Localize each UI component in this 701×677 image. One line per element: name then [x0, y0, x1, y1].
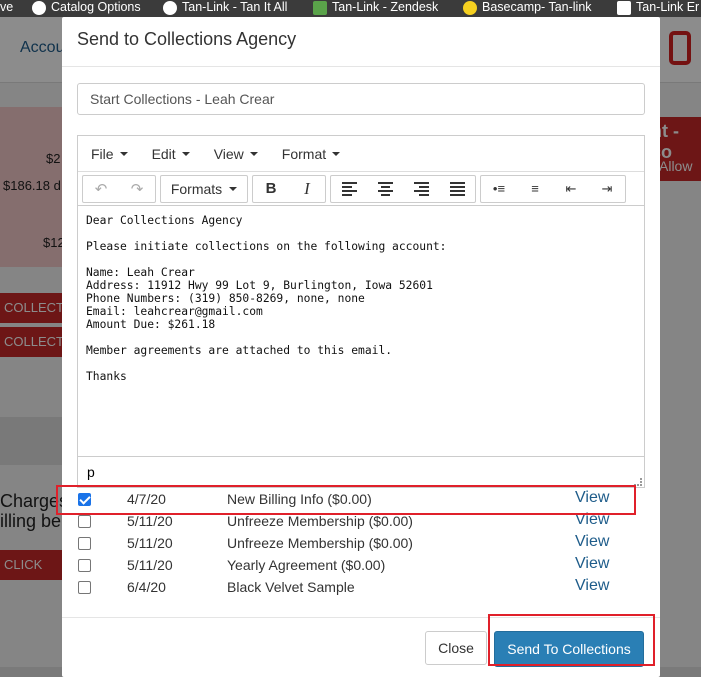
gmail-icon [617, 0, 631, 15]
content-line: ​ [86, 227, 636, 240]
content-line: ​ [86, 357, 636, 370]
content-line: ​ [86, 253, 636, 266]
content-line: Phone Numbers: (319) 850-8269, none, non… [86, 292, 365, 305]
redo-icon[interactable]: ↷ [119, 176, 155, 202]
content-line: Please initiate collections on the follo… [86, 240, 447, 253]
caret-down-icon [181, 151, 190, 156]
menu-edit[interactable]: Edit [143, 146, 199, 162]
attachment-date: 5/11/20 [127, 535, 173, 551]
align-justify-icon[interactable] [439, 176, 475, 202]
align-center-icon[interactable] [367, 176, 403, 202]
editor-statusbar: p [78, 456, 644, 488]
content-line: Dear Collections Agency [86, 214, 243, 227]
bookmark-email[interactable]: Tan-Link Er [617, 0, 699, 15]
menu-label: File [91, 145, 114, 162]
attachment-view-link[interactable]: View [575, 555, 609, 573]
content-line: Member agreements are attached to this e… [86, 344, 393, 357]
attachment-date: 5/11/20 [127, 557, 173, 573]
numbered-list-icon[interactable]: ≡ [517, 176, 553, 202]
bookmark-zendesk[interactable]: Tan-Link - Zendesk [313, 0, 438, 15]
attachment-checkbox[interactable] [78, 537, 91, 550]
caret-down-icon [332, 151, 341, 156]
bookmark-item[interactable]: ve [0, 0, 13, 15]
menu-file[interactable]: File [82, 146, 137, 162]
attachment-date: 6/4/20 [127, 579, 166, 595]
attachment-date: 5/11/20 [127, 513, 173, 529]
style-group: B I [252, 174, 326, 203]
bookmark-label: ve [0, 0, 14, 14]
attachment-description: Yearly Agreement ($0.00) [227, 557, 386, 573]
bookmark-label: Tan-Link Er [636, 0, 700, 14]
formats-group: Formats [160, 174, 248, 203]
list-group: •≡ ≡ ⇤ ⇥ [480, 174, 626, 203]
globe-icon [163, 0, 177, 15]
content-line: Email: leahcrear@gmail.com [86, 305, 263, 318]
history-group: ↶ ↷ [82, 174, 156, 203]
outdent-icon[interactable]: ⇤ [553, 176, 589, 202]
attachment-view-link[interactable]: View [575, 533, 609, 551]
formats-dropdown[interactable]: Formats [161, 176, 247, 202]
attachment-description: Unfreeze Membership ($0.00) [227, 513, 413, 529]
attachment-checkbox[interactable] [78, 581, 91, 594]
bullet-list-icon[interactable]: •≡ [481, 176, 517, 202]
caret-down-icon [229, 186, 238, 191]
basecamp-icon [463, 0, 477, 15]
editor-menubar: File Edit View Format [78, 136, 644, 172]
menu-label: Edit [151, 145, 176, 162]
highlight-box [56, 485, 636, 515]
modal-header: Send to Collections Agency [62, 17, 660, 67]
bookmark-label: Catalog Options [51, 0, 141, 14]
menu-label: View [213, 145, 244, 162]
editor-toolbar: ↶ ↷ Formats B I •≡ ≡ ⇤ ⇥ [78, 172, 644, 206]
bookmark-label: Basecamp- Tan-link [482, 0, 592, 14]
attachment-view-link[interactable]: View [575, 577, 609, 595]
attachment-checkbox[interactable] [78, 515, 91, 528]
content-line: ​ [86, 331, 636, 344]
attachment-row: 6/4/20 Black Velvet Sample View [77, 577, 647, 599]
caret-down-icon [249, 151, 258, 156]
formats-label: Formats [170, 180, 223, 197]
content-line: Address: 11912 Hwy 99 Lot 9, Burlington,… [86, 279, 433, 292]
close-button[interactable]: Close [425, 631, 487, 665]
rich-text-editor: File Edit View Format ↶ ↷ Formats B I •≡… [77, 135, 645, 488]
undo-icon[interactable]: ↶ [83, 176, 119, 202]
element-path[interactable]: p [87, 464, 95, 480]
globe-icon [32, 0, 46, 15]
highlight-box [488, 614, 655, 666]
attachment-row: 5/11/20 Unfreeze Membership ($0.00) View [77, 533, 647, 555]
content-line: Amount Due: $261.18 [86, 318, 216, 331]
attachment-row: 5/11/20 Yearly Agreement ($0.00) View [77, 555, 647, 577]
menu-format[interactable]: Format [273, 146, 349, 162]
bookmark-catalog-options[interactable]: Catalog Options [32, 0, 141, 15]
attachment-description: Unfreeze Membership ($0.00) [227, 535, 413, 551]
bookmark-tan-it-all[interactable]: Tan-Link - Tan It All [163, 0, 287, 15]
bookmarks-bar: ve Catalog Options Tan-Link - Tan It All… [0, 0, 701, 17]
bookmark-basecamp[interactable]: Basecamp- Tan-link [463, 0, 592, 15]
zendesk-icon [313, 0, 327, 15]
editor-content[interactable]: Dear Collections Agency​Please initiate … [78, 206, 644, 456]
indent-icon[interactable]: ⇥ [589, 176, 625, 202]
modal-title: Send to Collections Agency [77, 29, 297, 49]
content-line: Thanks [86, 370, 127, 383]
menu-label: Format [281, 145, 327, 162]
bold-button[interactable]: B [253, 176, 289, 202]
attachment-description: Black Velvet Sample [227, 579, 355, 595]
send-to-collections-modal: Send to Collections Agency File Edit Vie… [62, 17, 660, 677]
align-group [330, 174, 476, 203]
menu-view[interactable]: View [205, 146, 267, 162]
bookmark-label: Tan-Link - Tan It All [182, 0, 288, 14]
attachment-checkbox[interactable] [78, 559, 91, 572]
bookmark-label: Tan-Link - Zendesk [332, 0, 439, 14]
caret-down-icon [119, 151, 128, 156]
subject-input[interactable] [77, 83, 645, 115]
content-line: Name: Leah Crear [86, 266, 195, 279]
align-left-icon[interactable] [331, 176, 367, 202]
align-right-icon[interactable] [403, 176, 439, 202]
italic-button[interactable]: I [289, 176, 325, 202]
